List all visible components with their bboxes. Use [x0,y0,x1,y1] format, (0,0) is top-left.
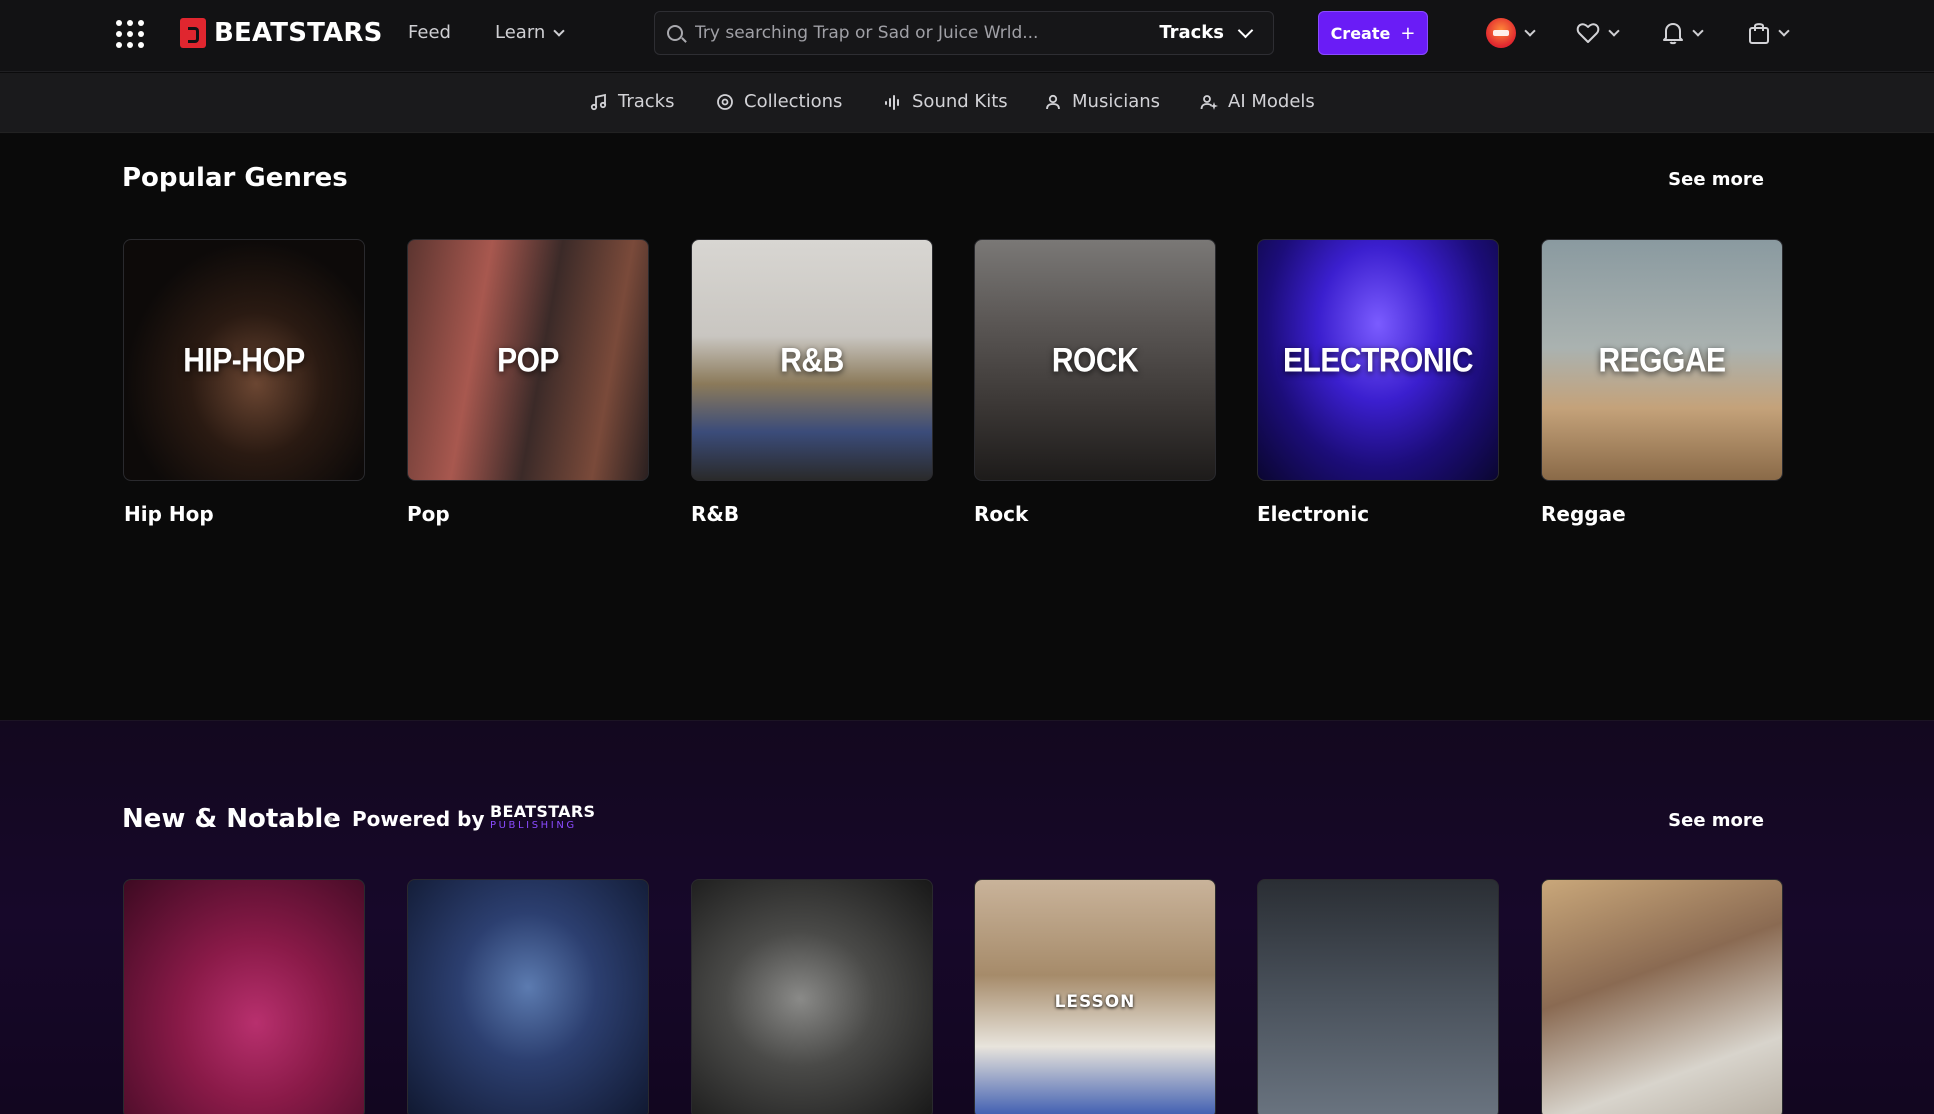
category-tracks[interactable]: Tracks [590,91,674,112]
section-title: Popular Genres [122,163,348,193]
publisher-line1: BEATSTARS [490,802,596,821]
plus-icon: + [1400,22,1416,44]
bag-icon [1749,23,1769,44]
genre-overlay-text: POP [497,341,559,380]
genre-label[interactable]: Rock [974,502,1028,526]
publisher-line2: PUBLISHING [490,820,577,831]
genre-card-pop[interactable]: POP [407,239,649,481]
create-button[interactable]: Create + [1318,11,1428,55]
genre-overlay-text: ELECTRONIC [1283,341,1474,380]
powered-by-label: Powered by [352,807,485,831]
release-card[interactable]: LESSON [974,879,1216,1114]
category-ai-models[interactable]: AI Models [1200,91,1315,112]
category-sound-kits[interactable]: Sound Kits [884,91,1008,112]
separator-dot [328,817,333,822]
genre-overlay-text: REGGAE [1598,341,1726,380]
top-bar: BEATSTARS Feed Learn Tracks Create + [0,0,1934,72]
section-title: New & Notable [122,804,341,834]
create-button-label: Create [1330,23,1391,43]
waveform-icon [885,94,899,110]
disc-icon [717,93,733,110]
genre-label[interactable]: Electronic [1257,502,1369,526]
new-notable-section: New & Notable See more LESSON [0,720,1934,1114]
notifications-menu[interactable] [1662,18,1704,48]
search-scope-label: Tracks [1159,22,1224,43]
heart-icon [1576,23,1600,43]
genre-overlay-text: HIP-HOP [183,341,305,380]
chevron-down-icon [1692,25,1704,37]
nav-learn-label: Learn [495,22,546,43]
see-more-link[interactable]: See more [1668,169,1764,190]
cart-menu[interactable] [1748,18,1790,48]
favorites-menu[interactable] [1576,18,1620,48]
category-label: Sound Kits [912,91,1008,112]
nav-feed-link[interactable]: Feed [408,22,451,43]
apps-grid-icon[interactable] [116,20,144,48]
genre-card-hip-hop[interactable]: HIP-HOP [123,239,365,481]
account-menu[interactable] [1486,18,1536,48]
nav-learn-dropdown[interactable]: Learn [495,22,565,43]
chevron-down-icon [1778,25,1790,37]
genre-label[interactable]: Reggae [1541,502,1626,526]
release-card[interactable] [407,879,649,1114]
genre-overlay-text: ROCK [1051,341,1139,380]
genre-card-reggae[interactable]: REGGAE [1541,239,1783,481]
popular-genres-section: Popular Genres See more HIP-HOP Hip Hop … [0,134,1934,720]
release-card[interactable] [691,879,933,1114]
chevron-down-icon [1237,22,1254,39]
category-label: Collections [744,91,843,112]
person-sparkle-icon [1200,94,1218,110]
person-icon [1046,94,1060,109]
search-bar: Tracks [654,11,1274,55]
beatstars-logo-mark-icon [180,18,206,48]
bell-icon [1663,23,1683,45]
music-note-icon [590,93,607,110]
genre-label[interactable]: R&B [691,502,739,526]
category-musicians[interactable]: Musicians [1044,91,1160,112]
category-label: AI Models [1228,91,1315,112]
release-card[interactable] [1541,879,1783,1114]
chevron-down-icon [553,24,565,37]
chevron-down-icon [1524,25,1536,37]
search-input[interactable] [695,12,1135,54]
see-more-link[interactable]: See more [1668,810,1764,831]
release-card[interactable] [1257,879,1499,1114]
avatar [1486,18,1516,48]
logo-text: BEATSTARS [214,18,383,48]
beatstars-logo[interactable]: BEATSTARS [180,16,383,50]
search-scope-dropdown[interactable]: Tracks [1159,22,1254,43]
genre-overlay-text: R&B [780,341,844,380]
category-nav: Tracks Collections Sound Kits Musicians … [0,73,1934,133]
genre-label[interactable]: Pop [407,502,450,526]
chevron-down-icon [1608,25,1620,37]
category-label: Musicians [1072,91,1161,112]
category-collections[interactable]: Collections [716,91,842,112]
category-label: Tracks [618,91,675,112]
beatstars-publishing-logo[interactable]: BEATSTARS PUBLISHING [490,804,595,832]
genre-card-rock[interactable]: ROCK [974,239,1216,481]
release-card[interactable] [123,879,365,1114]
genre-card-electronic[interactable]: ELECTRONIC [1257,239,1499,481]
search-icon [667,25,683,41]
genre-label[interactable]: Hip Hop [124,502,214,526]
genre-card-rnb[interactable]: R&B [691,239,933,481]
cover-overlay-text: LESSON [1054,992,1136,1012]
